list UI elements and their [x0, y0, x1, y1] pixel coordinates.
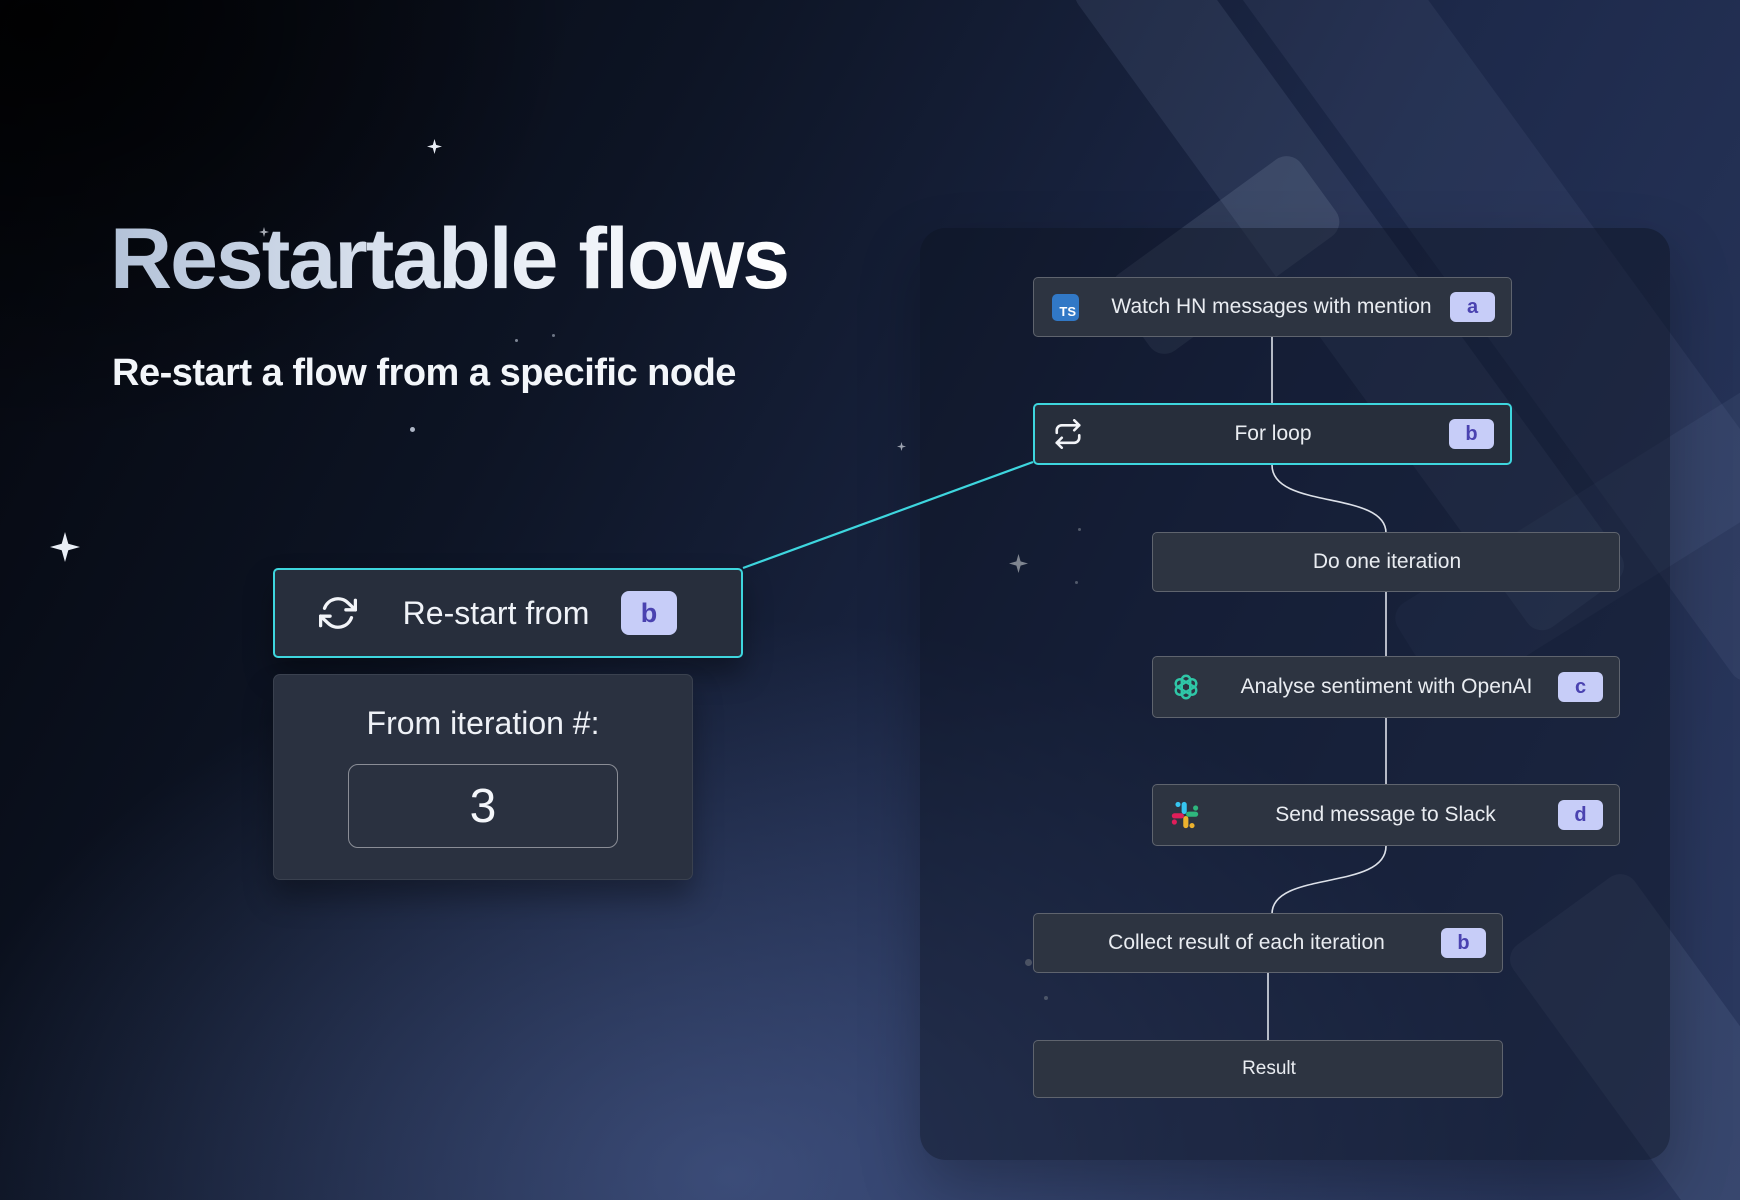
page-subtitle: Re-start a flow from a specific node	[112, 352, 736, 395]
node-label: Result	[1052, 1058, 1486, 1080]
node-send-slack[interactable]: Send message to Slack d	[1152, 784, 1620, 846]
page-title: Restartable flows	[110, 212, 788, 307]
iteration-panel: From iteration #:	[273, 674, 693, 880]
node-result[interactable]: Result	[1033, 1040, 1503, 1098]
restart-icon	[319, 594, 357, 632]
node-label: Collect result of each iteration	[1052, 931, 1441, 955]
iteration-input[interactable]	[348, 764, 618, 848]
openai-icon	[1171, 672, 1201, 702]
node-do-one-iteration[interactable]: Do one iteration	[1152, 532, 1620, 592]
node-analyse-openai[interactable]: Analyse sentiment with OpenAI c	[1152, 656, 1620, 718]
restart-node-badge: b	[621, 591, 677, 635]
node-badge: a	[1450, 292, 1495, 322]
repeat-loop-icon	[1053, 419, 1083, 449]
star-dot	[410, 427, 415, 432]
iteration-label: From iteration #:	[367, 705, 600, 742]
node-watch-hn[interactable]: TS Watch HN messages with mention a	[1033, 277, 1512, 337]
node-label: Send message to Slack	[1213, 803, 1558, 827]
typescript-icon: TS	[1052, 294, 1079, 321]
restart-button-label: Re-start from	[371, 595, 621, 632]
node-label: For loop	[1097, 422, 1449, 446]
node-badge: b	[1441, 928, 1486, 958]
restart-from-button[interactable]: Re-start from b	[273, 568, 743, 658]
slack-icon	[1171, 801, 1199, 829]
node-label: Do one iteration	[1171, 550, 1603, 574]
node-label: Analyse sentiment with OpenAI	[1215, 675, 1558, 699]
node-collect-results[interactable]: Collect result of each iteration b	[1033, 913, 1503, 973]
star-dot	[515, 339, 518, 342]
node-for-loop[interactable]: For loop b	[1033, 403, 1512, 465]
node-label: Watch HN messages with mention	[1093, 295, 1450, 319]
node-badge: b	[1449, 419, 1494, 449]
star-dot	[552, 334, 555, 337]
node-badge: c	[1558, 672, 1603, 702]
node-badge: d	[1558, 800, 1603, 830]
